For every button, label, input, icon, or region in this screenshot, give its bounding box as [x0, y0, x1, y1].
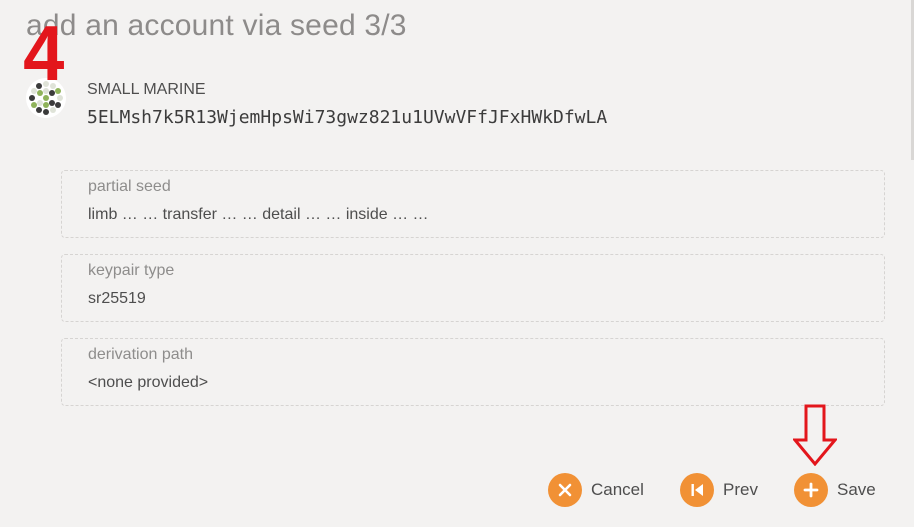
partial-seed-value: limb … … transfer … … detail … … inside … [88, 206, 429, 223]
derivation-path-value: <none provided> [88, 374, 209, 391]
account-name: SMALL MARINE [87, 81, 206, 98]
add-account-modal: add an account via seed 3/3 SMALL MARINE… [0, 0, 914, 527]
partial-seed-label: partial seed [88, 178, 171, 195]
keypair-type-label: keypair type [88, 262, 175, 279]
close-icon [548, 473, 582, 507]
cancel-label: Cancel [591, 480, 644, 499]
cancel-button[interactable]: Cancel [548, 472, 644, 508]
down-arrow-annotation-icon [793, 404, 837, 466]
account-address: 5ELMsh7k5R13WjemHpsWi73gwz821u1UVwVFfJFx… [87, 107, 608, 128]
keypair-type-value: sr25519 [88, 290, 146, 307]
modal-title: add an account via seed 3/3 [26, 9, 407, 42]
prev-button[interactable]: Prev [680, 472, 758, 508]
step-number-annotation: 4 [23, 9, 65, 97]
partial-seed-field: partial seed limb … … transfer … … detai… [61, 170, 885, 238]
prev-label: Prev [723, 480, 758, 499]
keypair-type-field: keypair type sr25519 [61, 254, 885, 322]
skip-back-icon [680, 473, 714, 507]
plus-icon [794, 473, 828, 507]
derivation-path-label: derivation path [88, 346, 193, 363]
derivation-path-field: derivation path <none provided> [61, 338, 885, 406]
save-button[interactable]: Save [794, 472, 876, 508]
save-label: Save [837, 480, 876, 499]
